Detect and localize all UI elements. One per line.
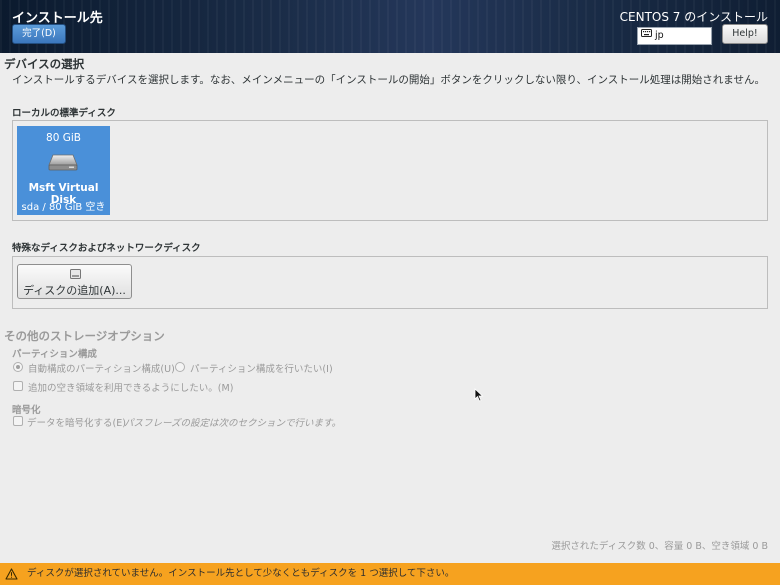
mouse-cursor-icon xyxy=(474,388,484,405)
warning-text[interactable]: ディスクが選択されていません。インストール先として少なくともディスクを 1 つ選… xyxy=(27,563,454,585)
local-disks-panel xyxy=(12,120,768,221)
auto-partition-radio[interactable] xyxy=(13,362,23,372)
done-button[interactable]: 完了(D) xyxy=(12,24,66,44)
keyboard-layout-indicator[interactable]: jp xyxy=(637,27,712,45)
device-selection-title: デバイスの選択 xyxy=(4,56,84,72)
local-disks-label: ローカルの標準ディスク xyxy=(12,105,116,119)
product-title: CENTOS 7 のインストール xyxy=(620,8,768,25)
manual-partition-radio[interactable] xyxy=(175,362,185,372)
disk-tile-sda[interactable]: 80 GiB Msft Virtual Disk sda / 80 GiB 空き xyxy=(17,126,110,215)
disk-size: 80 GiB xyxy=(17,132,110,144)
warning-bar: ディスクが選択されていません。インストール先として少なくともディスクを 1 つ選… xyxy=(0,563,780,585)
manual-partition-label[interactable]: パーティション構成を行いたい(I) xyxy=(190,361,333,375)
auto-partition-label[interactable]: 自動構成のパーティション構成(U) xyxy=(28,361,175,375)
encrypt-note: パスフレーズの設定は次のセクションで行います。 xyxy=(124,415,341,429)
device-selection-intro: インストールするデバイスを選択します。なお、メインメニューの「インストールの開始… xyxy=(12,73,772,87)
selection-summary[interactable]: 選択されたディスク数 0、容量 0 B、空き領域 0 B xyxy=(551,538,768,552)
add-disk-label: ディスクの追加(A)... xyxy=(18,282,131,298)
encrypt-label[interactable]: データを暗号化する(E) xyxy=(27,415,126,429)
extra-space-label[interactable]: 追加の空き領域を利用できるようにしたい。(M) xyxy=(28,380,233,394)
hard-disk-icon xyxy=(48,152,78,175)
special-disks-label: 特殊なディスクおよびネットワークディスク xyxy=(12,240,201,254)
partitioning-label: パーティション構成 xyxy=(12,346,97,360)
storage-add-icon xyxy=(70,269,81,282)
disk-detail: sda / 80 GiB 空き xyxy=(17,198,110,213)
other-storage-options-title: その他のストレージオプション xyxy=(4,328,165,344)
keyboard-icon xyxy=(641,27,652,43)
add-disk-button[interactable]: ディスクの追加(A)... xyxy=(17,264,132,299)
encryption-label: 暗号化 xyxy=(12,402,41,416)
help-button[interactable]: Help! xyxy=(722,24,768,44)
encrypt-checkbox[interactable] xyxy=(13,416,23,426)
extra-space-checkbox[interactable] xyxy=(13,381,23,391)
keyboard-layout-label: jp xyxy=(655,30,664,41)
header-bar: インストール先 完了(D) CENTOS 7 のインストール jp Help! xyxy=(0,0,780,53)
warning-icon xyxy=(5,567,18,585)
